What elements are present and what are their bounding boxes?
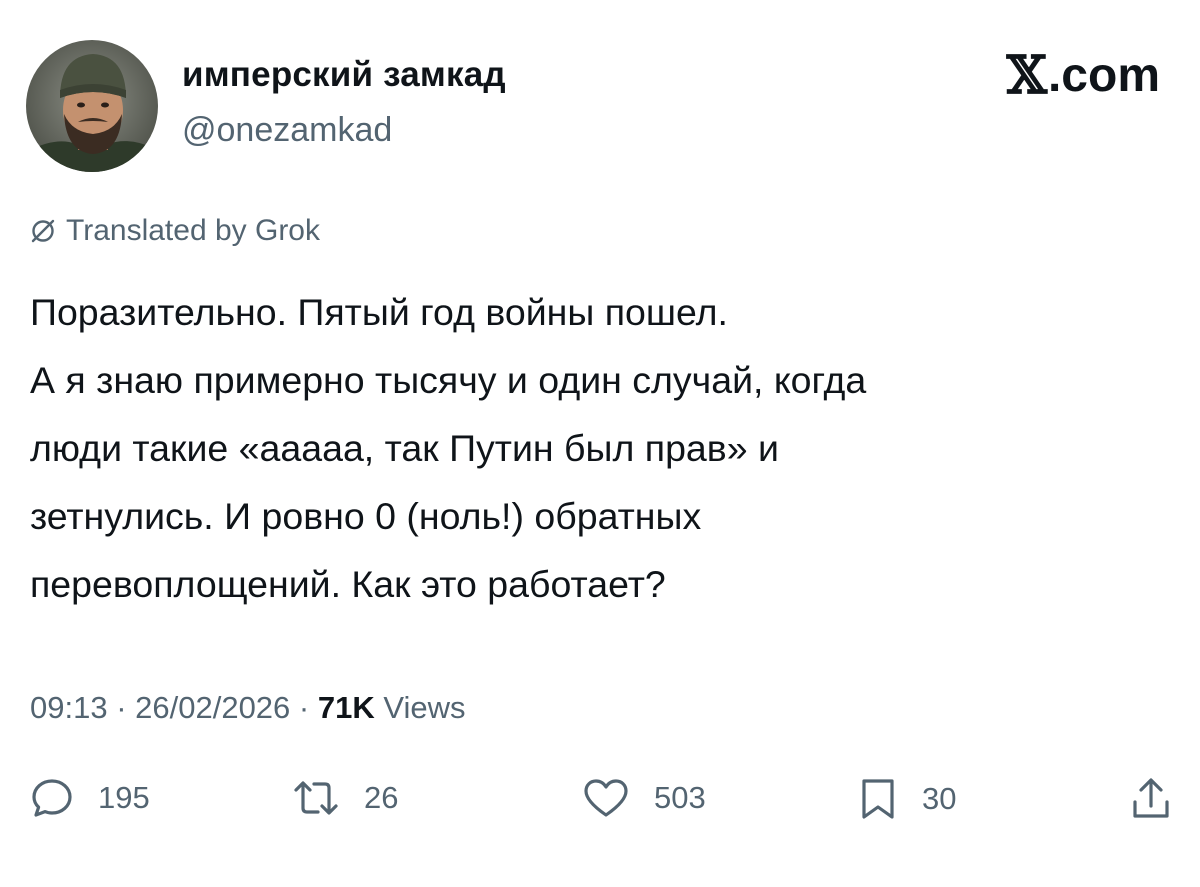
x-logo-icon: 𝕏	[1006, 45, 1047, 106]
brand-text: .com	[1047, 49, 1160, 102]
author-name[interactable]: имперский замкад	[182, 55, 506, 95]
like-button[interactable]: 503	[582, 776, 706, 820]
heart-icon	[584, 779, 628, 817]
author-avatar[interactable]	[26, 40, 158, 172]
share-button[interactable]	[1131, 776, 1171, 822]
post-line: люди такие «ааааа, так Путин был прав» и	[30, 427, 779, 469]
repost-count: 26	[364, 780, 399, 815]
reply-icon	[32, 779, 72, 817]
meta-separator: ·	[107, 690, 136, 725]
post-line: перевоплощений. Как это работает?	[30, 563, 666, 605]
avatar-photo	[26, 40, 158, 172]
translation-notice[interactable]: Translated by Grok	[30, 214, 320, 248]
action-bar: 195 26 503 30	[0, 776, 1200, 836]
bookmark-count: 30	[922, 781, 957, 816]
translate-icon	[31, 219, 55, 243]
views-label: Views	[374, 690, 466, 725]
repost-button[interactable]: 26	[292, 776, 398, 820]
tweet-card: имперский замкад @onezamkad 𝕏 .com Trans…	[0, 0, 1200, 887]
reply-button[interactable]: 195	[30, 776, 150, 820]
brand-logo: 𝕏 .com	[1007, 50, 1160, 102]
repost-icon	[294, 781, 338, 815]
post-line: Поразительно. Пятый год войны пошел.	[30, 291, 728, 333]
reply-count: 195	[98, 780, 150, 815]
post-text: Поразительно. Пятый год войны пошел. А я…	[30, 278, 1180, 618]
post-line: зетнулись. И ровно 0 (ноль!) обратных	[30, 495, 702, 537]
share-icon	[1133, 778, 1169, 818]
like-count: 503	[654, 780, 706, 815]
post-meta: 09:13 · 26/02/2026 · 71K Views	[30, 690, 465, 726]
bookmark-icon	[862, 779, 894, 819]
translation-label: Translated by Grok	[66, 214, 320, 247]
meta-separator: ·	[290, 690, 318, 725]
post-line: А я знаю примерно тысячу и один случай, …	[30, 359, 867, 401]
views-count: 71K	[317, 690, 375, 725]
post-date[interactable]: 26/02/2026	[135, 690, 290, 725]
author-handle[interactable]: @onezamkad	[182, 111, 392, 150]
post-time[interactable]: 09:13	[30, 690, 108, 725]
bookmark-button[interactable]: 30	[858, 776, 956, 822]
